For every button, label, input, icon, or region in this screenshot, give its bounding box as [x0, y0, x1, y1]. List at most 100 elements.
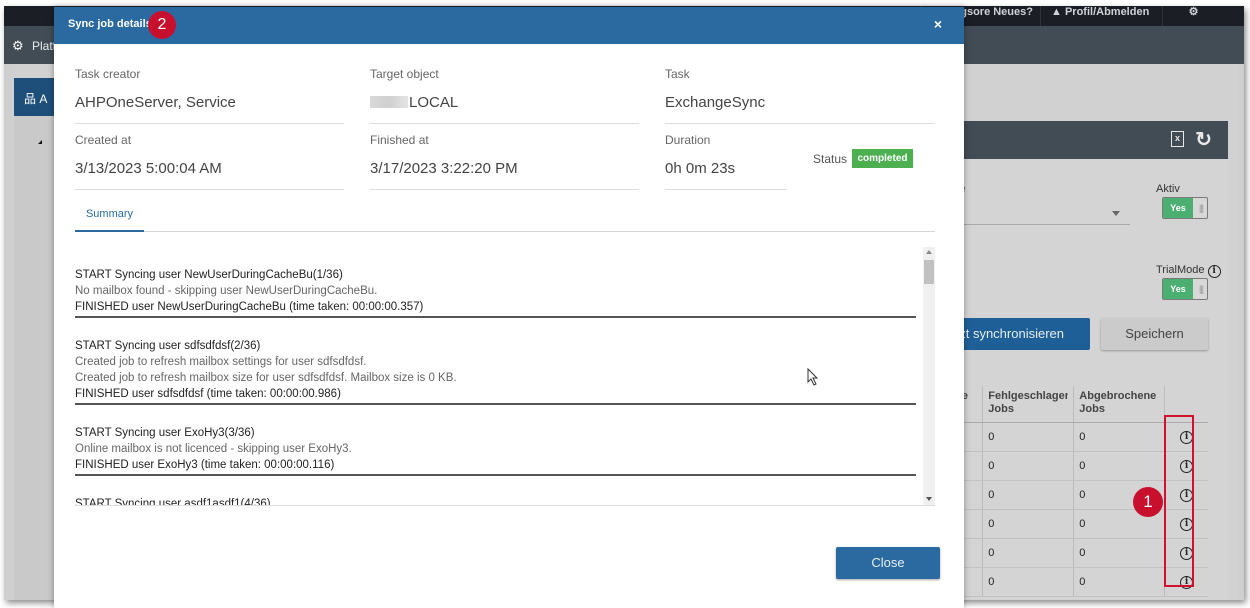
status-label: Status — [813, 152, 848, 166]
jobs-table: ene Fehlgeschlagene Jobs Abgebrochene Jo… — [944, 386, 1208, 597]
user-icon: ▲ — [1051, 6, 1065, 18]
trialmode-label-text: TrialMode — [1156, 264, 1205, 276]
table-cell: 0 — [982, 538, 1074, 568]
table-cell: 0 — [982, 567, 1074, 597]
hierarchy-icon: 品 — [24, 92, 37, 106]
scroll-up-icon[interactable] — [926, 250, 932, 254]
tree-panel-title: A — [39, 92, 48, 106]
duration-label: Duration — [665, 133, 711, 147]
tree-expand-icon[interactable] — [38, 140, 42, 144]
dialog-header: Sync job details 2 × — [54, 7, 964, 44]
platform-logo-icon: ⚙ — [12, 38, 24, 53]
navbar-title[interactable]: Platt — [32, 39, 56, 53]
task-creator-field: Task creator AHPOneServer, Service — [75, 67, 344, 124]
log-scrollbar[interactable] — [923, 247, 935, 505]
table-cell: 0 — [982, 451, 1074, 481]
table-cell: 0 — [1073, 422, 1165, 452]
excel-export-icon[interactable]: x — [1171, 131, 1184, 147]
column-header-actions — [1164, 386, 1208, 423]
column-header-aborted-jobs[interactable]: Abgebrochene Jobs — [1073, 386, 1165, 423]
log-start-line: START Syncing user asdf1asdf1(4/36) — [75, 498, 271, 505]
table-row: 00i — [944, 480, 1208, 510]
divider — [75, 505, 935, 506]
chevron-down-icon — [1112, 211, 1120, 216]
details-cell: i — [1164, 480, 1208, 510]
table-cell: 0 — [982, 480, 1074, 510]
log-finish-line: FINISHED user NewUserDuringCacheBu (time… — [75, 301, 424, 313]
details-cell: i — [1164, 422, 1208, 452]
log-finish-line: FINISHED user ExoHy3 (time taken: 00:00:… — [75, 459, 335, 471]
task-creator-value: AHPOneServer, Service — [75, 94, 344, 124]
info-icon[interactable]: i — [1180, 488, 1194, 502]
info-icon[interactable]: i — [1180, 575, 1194, 589]
task-field: Task ExchangeSync — [665, 67, 934, 124]
log-start-line: START Syncing user sdfsdfdsf(2/36) — [75, 340, 261, 352]
info-icon[interactable]: i — [1180, 517, 1194, 531]
table-row: 00 i — [944, 422, 1208, 452]
status-badge: completed — [852, 149, 913, 168]
log-entry: START Syncing user NewUserDuringCacheBu(… — [75, 247, 916, 318]
log-message-line: Created job to refresh mailbox size for … — [75, 372, 457, 384]
info-icon[interactable]: i — [1180, 459, 1194, 473]
log-entry: START Syncing user asdf1asdf1(4/36)No ma… — [75, 476, 916, 505]
details-cell: i — [1164, 451, 1208, 481]
trialmode-toggle-label: Yes — [1163, 279, 1193, 299]
sync-job-details-dialog: Sync job details 2 × Task creator AHPOne… — [54, 7, 964, 608]
column-header-label: Abgebrochene Jobs — [1079, 390, 1157, 415]
sync-now-button[interactable]: zt synchronisieren — [944, 318, 1090, 350]
task-creator-label: Task creator — [75, 67, 141, 81]
info-icon[interactable]: i — [1180, 430, 1194, 444]
table-cell: 0 — [1073, 451, 1165, 481]
info-icon[interactable]: i — [1207, 265, 1221, 278]
log-message-line: Created job to refresh mailbox settings … — [75, 356, 367, 368]
trialmode-label: TrialMode i — [1156, 264, 1221, 278]
aktiv-label: Aktiv — [1156, 183, 1180, 195]
scrollbar-thumb[interactable] — [924, 260, 934, 284]
scroll-down-icon[interactable] — [926, 497, 932, 501]
callout-badge-2: 2 — [148, 11, 176, 39]
tab-bar: Summary — [75, 200, 935, 232]
task-label: Task — [665, 67, 690, 81]
close-button[interactable]: Close — [836, 547, 940, 579]
log-start-line: START Syncing user NewUserDuringCacheBu(… — [75, 269, 343, 281]
table-cell: 0 — [1073, 567, 1165, 597]
summary-log: START Syncing user NewUserDuringCacheBu(… — [75, 247, 935, 505]
details-cell: i — [1164, 538, 1208, 568]
topbar-profile-label: Profil/Abmelden — [1064, 6, 1150, 18]
save-button[interactable]: Speichern — [1101, 318, 1208, 350]
mouse-cursor-icon — [807, 368, 819, 386]
details-cell: i — [1164, 567, 1208, 597]
created-at-label: Created at — [75, 133, 132, 147]
dialog-title: Sync job details — [68, 18, 152, 30]
column-header-failed-jobs[interactable]: Fehlgeschlagene Jobs — [982, 386, 1074, 423]
log-entry: START Syncing user ExoHy3(3/36) Online ma… — [75, 405, 916, 476]
finished-at-label: Finished at — [370, 133, 429, 147]
topbar-settings[interactable]: ⚙ — [1162, 6, 1224, 26]
finished-at-value: 3/17/2023 3:22:20 PM — [370, 160, 639, 190]
toggle-grip-icon: ||| — [1198, 203, 1204, 213]
table-cell: 0 — [1073, 538, 1165, 568]
log-entry: START Syncing user sdfsdfdsf(2/36) Create… — [75, 318, 916, 405]
tab-summary[interactable]: Summary — [75, 200, 144, 232]
refresh-icon[interactable]: ↻ — [1195, 127, 1212, 152]
aktiv-toggle[interactable]: Yes ||| — [1162, 197, 1208, 219]
info-icon[interactable]: i — [1180, 546, 1194, 560]
target-object-label: Target object — [370, 67, 439, 81]
table-row: 00 i — [944, 538, 1208, 568]
duration-field: Duration 0h 0m 23s — [665, 133, 787, 190]
log-finish-line: FINISHED user sdfsdfdsf (time taken: 00:… — [75, 388, 341, 400]
aktiv-toggle-label: Yes — [1163, 198, 1193, 218]
callout-badge-1: 1 — [1133, 487, 1163, 517]
target-object-field: Target object LOCAL — [370, 67, 639, 124]
gear-icon: ⚙ — [1188, 6, 1199, 18]
table-row: 00 i — [944, 567, 1208, 597]
redacted-block — [370, 96, 408, 108]
name-select[interactable] — [944, 201, 1130, 225]
created-at-field: Created at 3/13/2023 5:00:04 AM — [75, 133, 344, 190]
close-icon[interactable]: × — [934, 16, 942, 32]
task-value: ExchangeSync — [665, 94, 934, 124]
table-cell: 0 — [982, 422, 1074, 452]
topbar-profile[interactable]: ▲ Profil/Abmelden — [1040, 6, 1162, 26]
log-message-line: No mailbox found - skipping user NewUser… — [75, 285, 378, 297]
trialmode-toggle[interactable]: Yes ||| — [1162, 278, 1208, 300]
